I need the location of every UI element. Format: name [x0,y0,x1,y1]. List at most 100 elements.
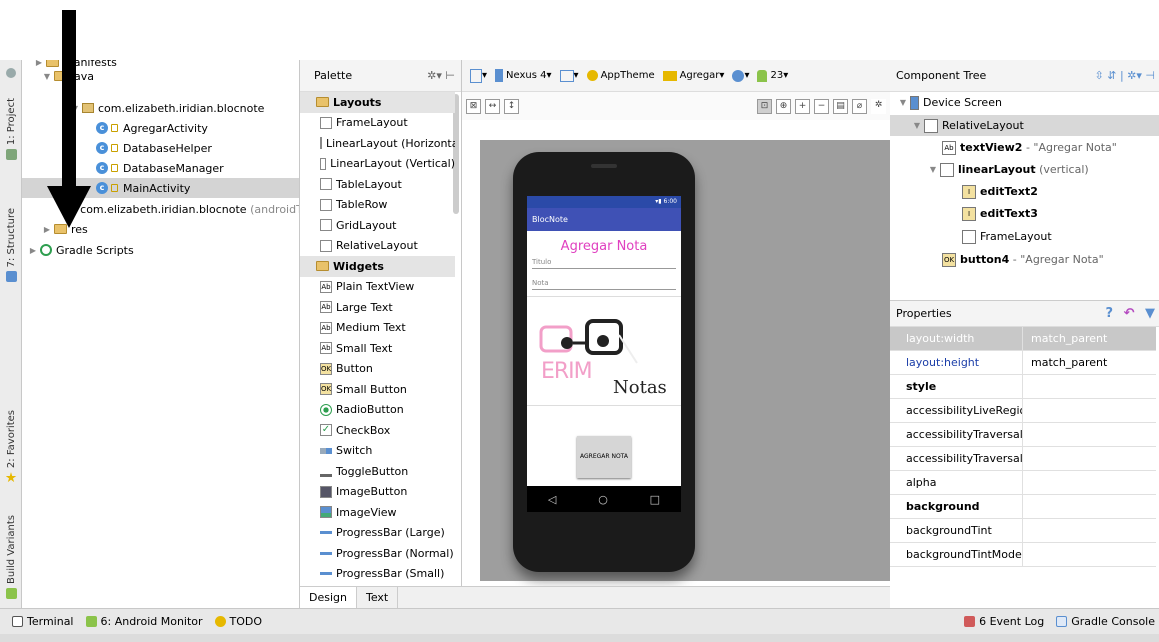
preview-title-field[interactable]: Titulo [532,258,676,269]
palette-item[interactable]: LinearLayout (Horizontal) [300,133,455,154]
ct-button[interactable]: OK button4 - "Agregar Nota" [942,249,1104,270]
preview-note-field[interactable]: Nota [532,279,676,290]
expand-horizontal-button[interactable]: ↔ [485,98,500,114]
palette-item[interactable]: Switch [300,441,455,462]
palette-item[interactable]: ProgressBar (Large) [300,523,455,544]
palette-item[interactable]: OK Small Button [300,379,455,400]
terminal-button[interactable]: Terminal [12,615,74,628]
palette-item[interactable]: ProgressBar (Small) [300,564,455,585]
property-value[interactable] [1023,375,1156,398]
collapse-icon[interactable]: ▼ [926,165,940,174]
property-value[interactable] [1023,495,1156,518]
ct-edittext[interactable]: IeditText3 [962,203,1038,224]
activity-selector[interactable]: Agregar ▾ [662,70,724,81]
property-row[interactable]: style [890,375,1156,399]
palette-category-widgets[interactable]: Widgets [300,256,455,277]
palette-item[interactable]: ToggleButton [300,461,455,482]
palette-item[interactable]: LinearLayout (Vertical) [300,154,455,175]
collapse-icon[interactable]: ▼ [910,121,924,130]
preview-add-note-button[interactable]: AGREGAR NOTA [577,436,631,478]
ct-textview[interactable]: Ab textView2 - "Agregar Nota" [942,137,1117,158]
property-row[interactable]: accessibilityTraversalAfte [890,423,1156,447]
property-value[interactable] [1023,543,1156,566]
nav-back-icon[interactable]: ◁ [548,493,556,506]
palette-item[interactable]: ProgressBar (Normal) [300,543,455,564]
palette-item[interactable]: ImageButton [300,482,455,503]
palette-item[interactable]: OK Button [300,359,455,380]
filter-icon[interactable]: ▼ [1145,306,1155,321]
phone-screen[interactable]: ▾▮ 6:00 BlocNote Agregar Nota Titulo Not… [527,196,681,486]
ct-device-screen[interactable]: ▼ Device Screen [896,92,1002,113]
help-icon[interactable]: ? [1105,306,1113,321]
undo-icon[interactable]: ↶ [1124,306,1135,321]
property-value[interactable]: match_parent [1023,351,1156,374]
zoom-actual-button[interactable]: ⊡ [757,98,772,114]
ct-linear-layout[interactable]: ▼ linearLayout (vertical) [926,159,1089,180]
palette-item[interactable]: Ab Medium Text [300,318,455,339]
component-tree-panel: Component Tree ⇳ ⇵ | ✲▾ ⊣ ▼ Device Screen… [890,60,1159,300]
palette-item[interactable]: Ab Large Text [300,297,455,318]
tab-favorites[interactable]: 2: Favorites [0,410,22,483]
expand-icon[interactable]: ▶ [26,246,40,255]
property-value[interactable] [1023,519,1156,542]
property-row[interactable]: background [890,495,1156,519]
api-selector[interactable]: 23 ▾ [757,69,788,82]
ct-relative-layout[interactable]: ▼ RelativeLayout [890,115,1159,136]
property-row[interactable]: backgroundTint [890,519,1156,543]
gradle-console-button[interactable]: Gradle Console [1056,615,1155,628]
zoom-in-button[interactable]: + [795,98,810,114]
palette-item[interactable]: TableRow [300,195,455,216]
gear-icon[interactable]: ✲▾ ⊢ [427,69,455,82]
tab-project[interactable]: 1: Project [0,98,22,161]
property-row[interactable]: layout:width match_parent [890,327,1156,351]
expand-vertical-button[interactable]: ↕ [504,98,519,114]
property-value[interactable] [1023,423,1156,446]
property-value[interactable]: match_parent [1023,327,1156,350]
property-row[interactable]: backgroundTintMode [890,543,1156,567]
palette-item[interactable]: RadioButton [300,400,455,421]
tree-row-gradle[interactable]: ▶ Gradle Scripts [22,240,299,260]
zoom-fit-button[interactable]: ⊠ [466,98,481,114]
tab-structure[interactable]: 7: Structure [0,208,22,283]
ct-frame-layout[interactable]: FrameLayout [962,226,1052,247]
tab-text[interactable]: Text [357,587,399,608]
collapse-icon[interactable]: ▼ [896,98,910,107]
property-value[interactable] [1023,447,1156,470]
property-row[interactable]: alpha [890,471,1156,495]
palette-item[interactable]: ImageView [300,502,455,523]
palette-item[interactable]: RelativeLayout [300,236,455,257]
palette-item[interactable]: Ab Plain TextView [300,277,455,298]
layout-variant-button[interactable]: ▾ [470,68,487,83]
tab-build-variants[interactable]: Build Variants [0,515,22,599]
theme-selector[interactable]: AppTheme [586,70,655,81]
android-monitor-button[interactable]: 6: Android Monitor [85,615,203,628]
palette-category-layouts[interactable]: Layouts [300,92,455,113]
locale-selector[interactable]: ▾ [732,69,749,82]
event-log-button[interactable]: 6 Event Log [964,615,1044,628]
zoom-actual-icon[interactable]: ⊕ [776,98,791,114]
gradle-icon [40,244,52,256]
refresh-button[interactable]: ⌀ [852,98,867,114]
palette-item[interactable]: TableLayout [300,174,455,195]
gear-icon[interactable]: ✲ [871,98,886,114]
palette-item[interactable]: ✓ CheckBox [300,420,455,441]
property-row[interactable]: accessibilityTraversalBefc [890,447,1156,471]
zoom-out-button[interactable]: − [814,98,829,114]
palette-item[interactable]: Ab Small Text [300,338,455,359]
orientation-button[interactable]: ▾ [559,69,579,82]
palette-item[interactable]: FrameLayout [300,113,455,134]
palette-item[interactable]: GridLayout [300,215,455,236]
screenshot-button[interactable]: ▤ [833,98,848,114]
tab-design[interactable]: Design [300,587,357,608]
preview-title[interactable]: Agregar Nota [527,239,681,254]
ct-edittext[interactable]: IeditText2 [962,181,1038,202]
device-selector[interactable]: Nexus 4 ▾ [495,69,552,82]
property-value[interactable] [1023,471,1156,494]
property-row[interactable]: layout:height match_parent [890,351,1156,375]
tree-actions-icon[interactable]: ⇳ ⇵ | ✲▾ ⊣ [1095,69,1155,82]
property-value[interactable] [1023,399,1156,422]
nav-recent-icon[interactable]: □ [650,493,660,506]
nav-home-icon[interactable]: ○ [598,493,608,506]
todo-button[interactable]: TODO [214,615,262,628]
property-row[interactable]: accessibilityLiveRegion [890,399,1156,423]
